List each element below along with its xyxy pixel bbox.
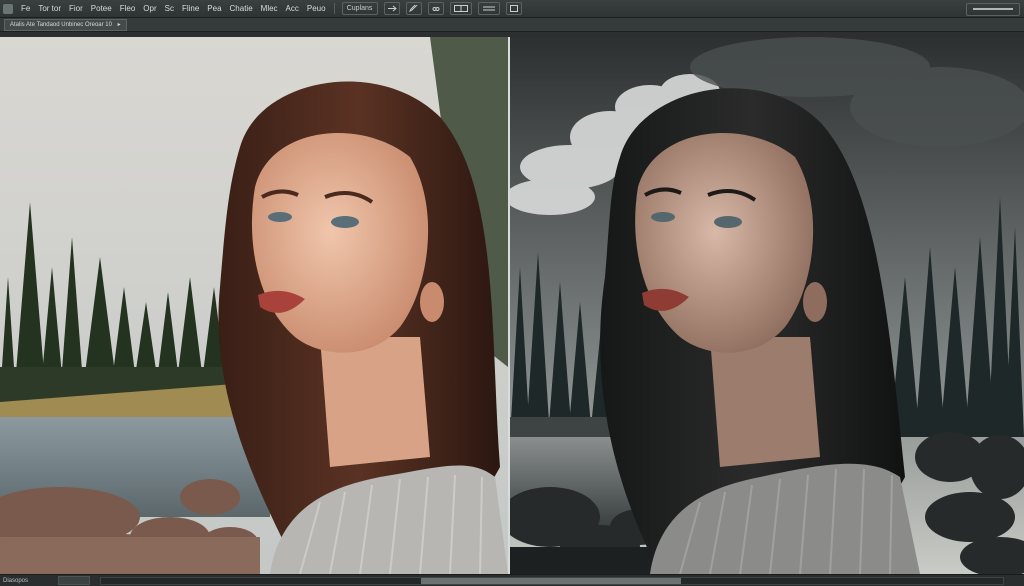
lines-icon: [482, 6, 495, 11]
arrows-icon: [387, 5, 397, 12]
menu-item-opr[interactable]: Opr: [139, 4, 160, 13]
status-label: Diasopos: [3, 577, 29, 584]
menu-item-pea[interactable]: Pea: [203, 4, 225, 13]
status-bar: Diasopos: [0, 574, 1024, 586]
menu-item-mlec[interactable]: Mlec: [257, 4, 282, 13]
menu-item-tor-tor[interactable]: Tor tor: [34, 4, 65, 13]
options-bar: Atalis Ate Tandaod Unbinec Oreoar 10 ▸: [0, 18, 1024, 32]
menu-item-sc[interactable]: Sc: [161, 4, 178, 13]
menu-item-fe[interactable]: Fe: [17, 4, 34, 13]
menu-item-fline[interactable]: Fline: [178, 4, 203, 13]
after-image-panel: [510, 37, 1024, 574]
menu-item-fior[interactable]: Fior: [65, 4, 87, 13]
compare-view-button[interactable]: [449, 2, 472, 15]
menu-item-fleo[interactable]: Fleo: [116, 4, 140, 13]
workspace-switcher[interactable]: [966, 3, 1020, 16]
pen-icon: [408, 5, 418, 12]
menu-item-potee[interactable]: Potee: [87, 4, 116, 13]
menu-divider: [333, 3, 335, 14]
menu-bar: Fe Tor tor Fior Potee Fleo Opr Sc Fline …: [0, 0, 1024, 18]
infinity-icon: [432, 6, 440, 11]
loop-tool-button[interactable]: [427, 2, 444, 15]
align-button[interactable]: [477, 2, 500, 15]
menu-item-acc[interactable]: Acc: [282, 4, 303, 13]
pen-tool-button[interactable]: [405, 2, 422, 15]
menu-item-chatie[interactable]: Chatie: [226, 4, 257, 13]
menu-item-peuo[interactable]: Peuo: [303, 4, 330, 13]
split-view-icon: [453, 5, 468, 12]
zoom-field[interactable]: [58, 576, 91, 585]
tab-arrow-icon[interactable]: ▸: [118, 22, 121, 28]
horizontal-scrollbar[interactable]: [100, 577, 1004, 585]
mode-toggle-button[interactable]: [383, 2, 400, 15]
after-photo: [510, 37, 1024, 574]
scrollbar-thumb[interactable]: [421, 578, 681, 584]
before-photo: [0, 37, 508, 574]
document-tab[interactable]: Atalis Ate Tandaod Unbinec Oreoar 10 ▸: [4, 18, 127, 31]
app-logo-icon[interactable]: [3, 3, 13, 14]
zoom-dropdown[interactable]: Cuplans: [341, 2, 378, 15]
options-button[interactable]: [505, 2, 522, 15]
document-tab-label: Atalis Ate Tandaod Unbinec Oreoar 10: [10, 21, 112, 28]
zoom-dropdown-label: Cuplans: [346, 5, 373, 12]
grid-icon: [509, 5, 518, 12]
document-canvas[interactable]: [0, 37, 1024, 574]
before-image-panel: [0, 37, 508, 574]
